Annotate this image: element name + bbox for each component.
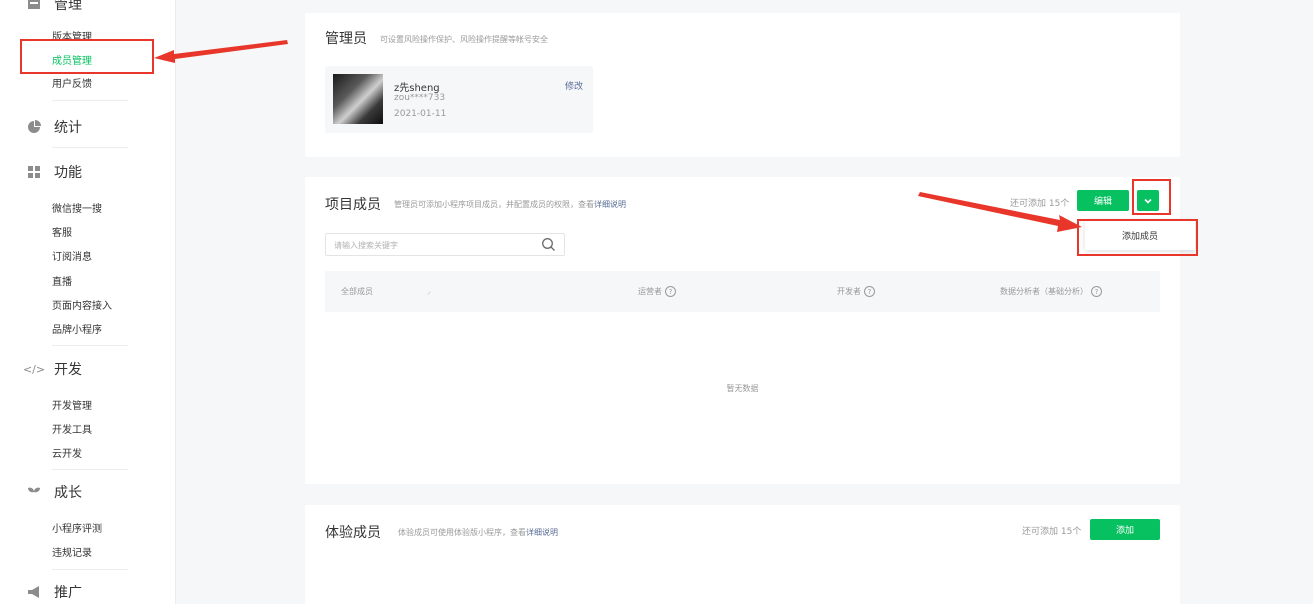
arrow-annotation — [918, 192, 1082, 232]
arrow-annotation — [154, 40, 288, 63]
annotation-arrows — [154, 40, 1082, 232]
